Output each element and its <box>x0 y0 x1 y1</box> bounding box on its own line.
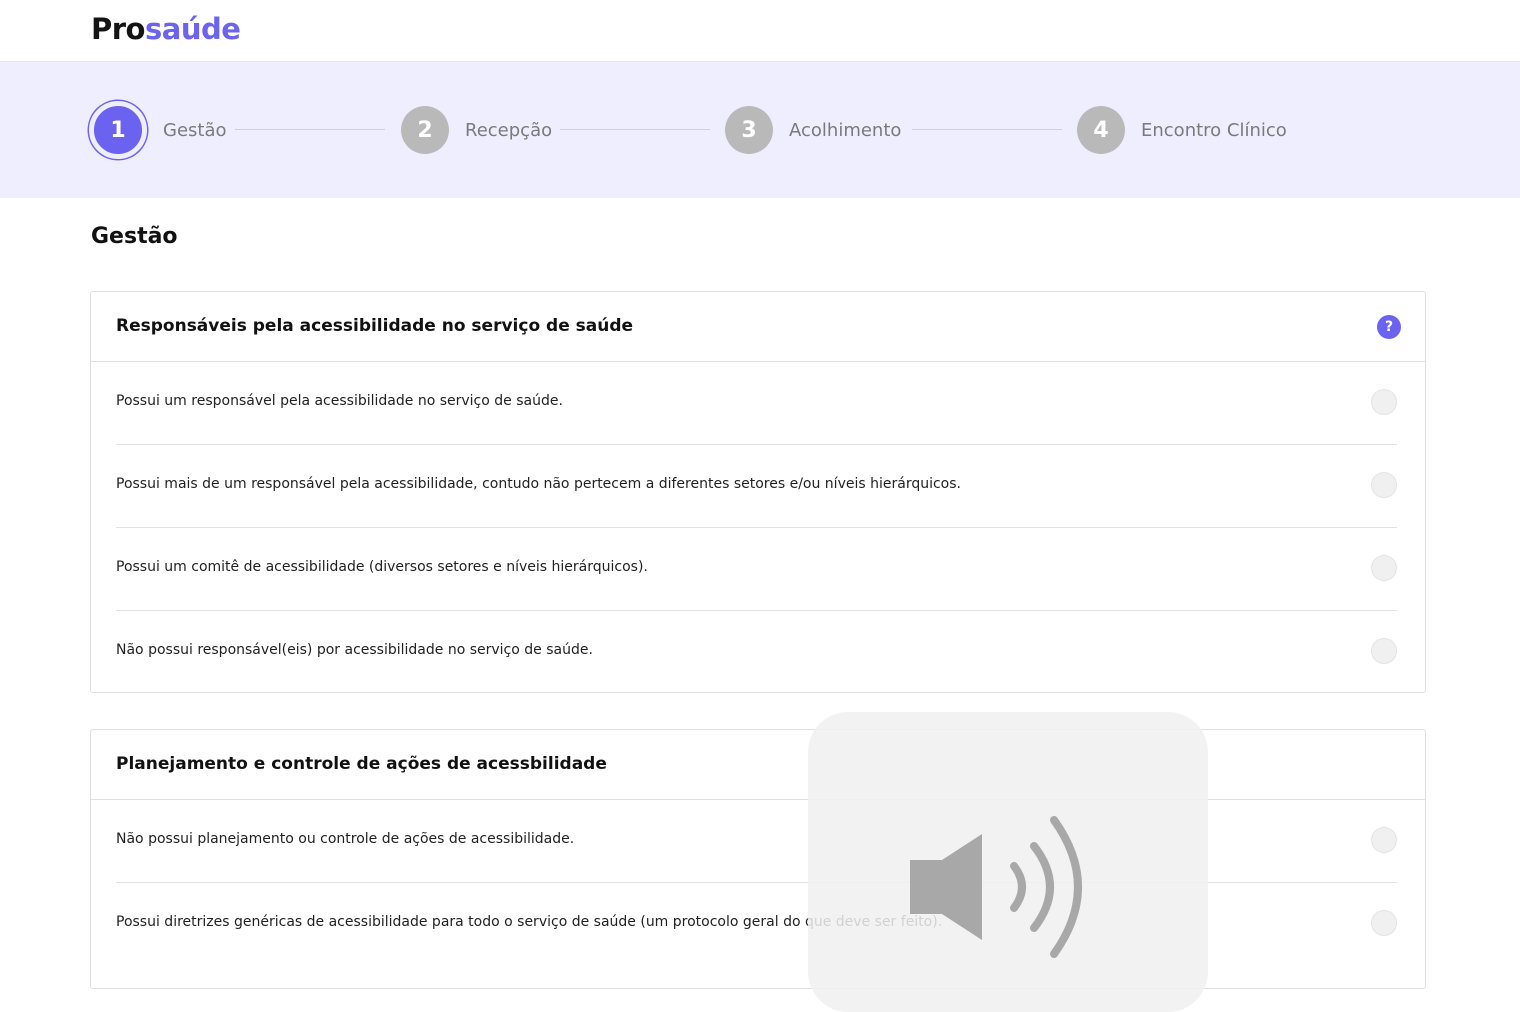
step-connector <box>912 129 1062 130</box>
step-number: 2 <box>401 106 449 154</box>
step-connector <box>560 129 710 130</box>
radio-button[interactable] <box>1371 472 1397 498</box>
radio-button[interactable] <box>1371 638 1397 664</box>
step-connector <box>235 129 385 130</box>
step-gestao[interactable]: 1 Gestão <box>89 62 227 198</box>
card-title: Responsáveis pela acessibilidade no serv… <box>116 316 634 336</box>
speaker-volume-icon <box>910 816 1082 958</box>
radio-button[interactable] <box>1371 910 1397 936</box>
logo-part-2: saúde <box>144 12 241 46</box>
question-card-planejamento: Planejamento e controle de ações de aces… <box>90 729 1426 989</box>
step-recepcao[interactable]: 2 Recepção <box>401 62 552 198</box>
logo[interactable]: Prosaúde <box>91 12 241 46</box>
step-number: 1 <box>89 101 147 159</box>
audio-overlay <box>808 712 1208 1012</box>
option-item[interactable]: Possui mais de um responsável pela acess… <box>116 445 1397 528</box>
step-label: Acolhimento <box>789 119 902 141</box>
help-icon[interactable]: ? <box>1377 315 1401 339</box>
option-label: Possui mais de um responsável pela acess… <box>116 476 961 492</box>
logo-part-1: Pro <box>91 12 145 46</box>
step-encontro-clinico[interactable]: 4 Encontro Clínico <box>1077 62 1287 198</box>
page-title: Gestão <box>91 224 178 249</box>
step-label: Encontro Clínico <box>1141 119 1287 141</box>
option-label: Possui um comitê de acessibilidade (dive… <box>116 559 648 575</box>
card-header: Planejamento e controle de ações de aces… <box>91 730 1425 800</box>
option-item[interactable]: Possui um responsável pela acessibilidad… <box>116 362 1397 445</box>
card-title: Planejamento e controle de ações de aces… <box>116 754 607 774</box>
step-number: 3 <box>725 106 773 154</box>
option-item[interactable]: Não possui responsável(eis) por acessibi… <box>116 611 1397 693</box>
step-acolhimento[interactable]: 3 Acolhimento <box>725 62 901 198</box>
option-label: Não possui responsável(eis) por acessibi… <box>116 642 593 658</box>
option-label: Possui um responsável pela acessibilidad… <box>116 393 563 409</box>
card-header: Responsáveis pela acessibilidade no serv… <box>91 292 1425 362</box>
radio-button[interactable] <box>1371 555 1397 581</box>
step-label: Gestão <box>163 119 227 141</box>
step-number: 4 <box>1077 106 1125 154</box>
stepper: 1 Gestão 2 Recepção 3 Acolhimento 4 Enco… <box>0 62 1520 198</box>
top-bar: Prosaúde <box>0 0 1520 62</box>
option-item[interactable]: Possui um comitê de acessibilidade (dive… <box>116 528 1397 611</box>
radio-button[interactable] <box>1371 389 1397 415</box>
question-card-responsaveis: Responsáveis pela acessibilidade no serv… <box>90 291 1426 693</box>
option-label: Não possui planejamento ou controle de a… <box>116 831 575 847</box>
step-label: Recepção <box>465 119 553 141</box>
radio-button[interactable] <box>1371 827 1397 853</box>
